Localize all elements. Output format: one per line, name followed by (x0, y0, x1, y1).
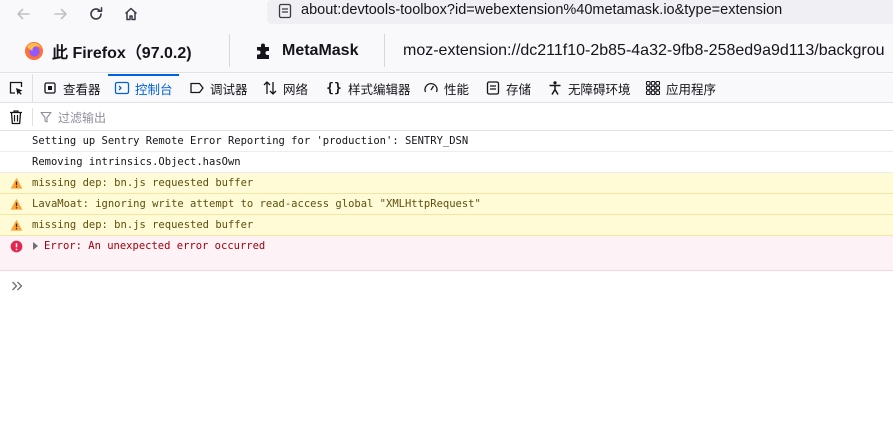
tab-storage[interactable]: 存储 (485, 74, 531, 102)
inspector-icon (42, 80, 58, 96)
tab-label: 性能 (444, 81, 470, 97)
clear-console-button[interactable] (7, 108, 25, 126)
reload-icon (90, 7, 103, 20)
page-info-icon (277, 3, 293, 23)
devtools-tab-bar: 查看器 控制台 调试器 网络 {} 样式编辑器 性能 存储 无障碍环境 应用程序 (0, 74, 893, 103)
warning-icon (10, 177, 23, 189)
console-output: Setting up Sentry Remote Error Reporting… (0, 131, 893, 271)
message-text: Error: An unexpected error occurred (44, 240, 266, 252)
tab-inspector[interactable]: 查看器 (42, 74, 101, 102)
extension-puzzle-icon (257, 43, 269, 59)
back-arrow-icon (17, 8, 30, 20)
tab-label: 调试器 (210, 81, 248, 97)
console-message-warning: LavaMoat: ignoring write attempt to read… (0, 194, 893, 215)
filter-funnel-icon (40, 111, 52, 123)
target-separator (384, 34, 385, 67)
debugger-icon (189, 80, 205, 96)
message-text: Setting up Sentry Remote Error Reporting… (32, 135, 469, 147)
extension-target-label: MetaMask (282, 41, 359, 59)
tab-label: 应用程序 (666, 81, 717, 97)
chevron-double-right-icon (12, 281, 23, 291)
browser-target[interactable]: 此 Firefox（97.0.2) (24, 28, 192, 73)
url-text[interactable]: about:devtools-toolbox?id=webextension%4… (301, 1, 782, 19)
storage-icon (485, 80, 501, 96)
tab-label: 查看器 (63, 81, 101, 97)
tab-label: 无障碍环境 (568, 81, 631, 97)
warning-icon (10, 219, 23, 231)
network-icon (262, 80, 278, 96)
filter-output-input[interactable]: 过滤输出 (40, 107, 106, 127)
trash-icon (10, 110, 22, 125)
warning-icon (10, 198, 23, 210)
url-bar[interactable]: about:devtools-toolbox?id=webextension%4… (267, 0, 893, 24)
forward-arrow-icon (54, 8, 67, 20)
target-separator (229, 34, 230, 67)
tab-label: 网络 (283, 81, 309, 97)
back-button[interactable] (10, 1, 36, 27)
console-message-log: Setting up Sentry Remote Error Reporting… (0, 131, 893, 152)
home-icon (124, 7, 138, 21)
message-text: missing dep: bn.js requested buffer (32, 219, 254, 231)
extension-target[interactable]: MetaMask (254, 28, 358, 73)
message-text: LavaMoat: ignoring write attempt to read… (32, 198, 481, 210)
filter-placeholder: 过滤输出 (58, 110, 107, 125)
reload-button[interactable] (83, 1, 109, 27)
message-text: missing dep: bn.js requested buffer (32, 177, 254, 189)
forward-button[interactable] (48, 1, 74, 27)
console-message-error[interactable]: Error: An unexpected error occurred (0, 236, 893, 271)
console-message-warning: missing dep: bn.js requested buffer (0, 215, 893, 236)
target-page-url: moz-extension://dc211f10-2b85-4a32-9fb8-… (403, 42, 885, 59)
tab-label: 样式编辑器 (348, 81, 411, 97)
tab-accessibility[interactable]: 无障碍环境 (547, 74, 631, 102)
tab-network[interactable]: 网络 (262, 74, 308, 102)
error-icon (10, 240, 23, 253)
console-message-log: Removing intrinsics.Object.hasOwn (0, 152, 893, 173)
tab-label: 控制台 (135, 81, 173, 97)
console-input[interactable] (11, 277, 23, 296)
style-editor-icon: {} (326, 80, 342, 96)
tab-performance[interactable]: 性能 (423, 74, 469, 102)
browser-target-label: 此 Firefox（97.0.2) (52, 44, 192, 62)
firefox-logo-icon (25, 41, 43, 60)
console-filter-bar: 过滤输出 (0, 103, 893, 131)
element-picker-button[interactable] (0, 74, 33, 102)
application-icon (645, 80, 661, 96)
message-text: Removing intrinsics.Object.hasOwn (32, 156, 241, 168)
tab-application[interactable]: 应用程序 (645, 74, 716, 102)
accessibility-icon (547, 80, 563, 96)
tab-console[interactable]: 控制台 (108, 74, 179, 102)
debug-target-bar: 此 Firefox（97.0.2) MetaMask moz-extension… (0, 28, 893, 73)
tab-debugger[interactable]: 调试器 (189, 74, 248, 102)
navigation-bar: about:devtools-toolbox?id=webextension%4… (0, 0, 893, 28)
console-icon (114, 80, 130, 96)
home-button[interactable] (118, 1, 144, 27)
console-message-warning: missing dep: bn.js requested buffer (0, 173, 893, 194)
filter-separator (32, 108, 33, 126)
expand-arrow-icon[interactable] (33, 242, 38, 250)
element-picker-icon (9, 81, 23, 95)
tab-label: 存储 (506, 81, 532, 97)
tab-style-editor[interactable]: {} 样式编辑器 (325, 74, 411, 102)
performance-icon (423, 80, 439, 96)
